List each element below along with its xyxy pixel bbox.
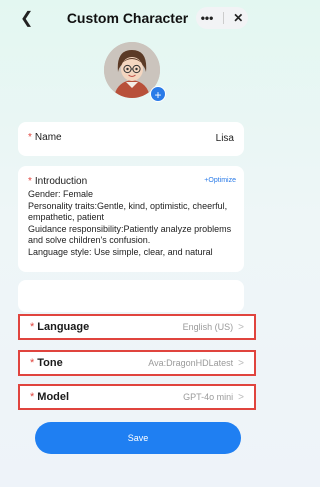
chevron-right-icon: > xyxy=(238,321,244,333)
required-mark: * xyxy=(30,357,35,369)
required-mark: * xyxy=(30,391,35,403)
optimize-button[interactable]: +Optimize xyxy=(204,177,236,184)
mini-program-capsule: ••• ✕ xyxy=(196,7,248,29)
introduction-field[interactable]: * Introduction +Optimize Gender: Female … xyxy=(18,166,244,272)
model-label: Model xyxy=(37,391,70,403)
save-button[interactable]: Save xyxy=(35,422,241,454)
optimize-label: Optimize xyxy=(208,177,236,184)
model-value: GPT-4o mini xyxy=(183,392,234,402)
tone-label: Tone xyxy=(37,357,63,369)
required-mark: * xyxy=(28,176,32,187)
name-label: Name xyxy=(34,132,62,143)
required-mark: * xyxy=(28,132,32,143)
introduction-field-bottom xyxy=(18,280,244,312)
chevron-right-icon: > xyxy=(238,357,244,369)
tone-value: Ava:DragonHDLatest xyxy=(148,358,234,368)
introduction-textarea[interactable]: Gender: Female Personality traits:Gentle… xyxy=(28,189,238,269)
plus-icon[interactable]: + xyxy=(150,86,166,102)
chevron-right-icon: > xyxy=(238,391,244,403)
introduction-label: Introduction xyxy=(34,176,88,187)
language-select[interactable]: * Language English (US) > xyxy=(18,314,256,340)
required-mark: * xyxy=(30,321,35,333)
close-icon[interactable]: ✕ xyxy=(233,11,243,25)
name-value[interactable]: Lisa xyxy=(216,133,234,144)
language-value: English (US) xyxy=(182,322,234,332)
model-select[interactable]: * Model GPT-4o mini > xyxy=(18,384,256,410)
capsule-divider xyxy=(222,12,224,24)
avatar-container[interactable]: + xyxy=(104,42,166,102)
top-bar: ❮ Custom Character ••• ✕ xyxy=(0,0,255,36)
tone-select[interactable]: * Tone Ava:DragonHDLatest > xyxy=(18,350,256,376)
name-field[interactable]: * Name Lisa xyxy=(18,122,244,156)
more-icon[interactable]: ••• xyxy=(201,11,214,25)
language-label: Language xyxy=(37,321,90,333)
